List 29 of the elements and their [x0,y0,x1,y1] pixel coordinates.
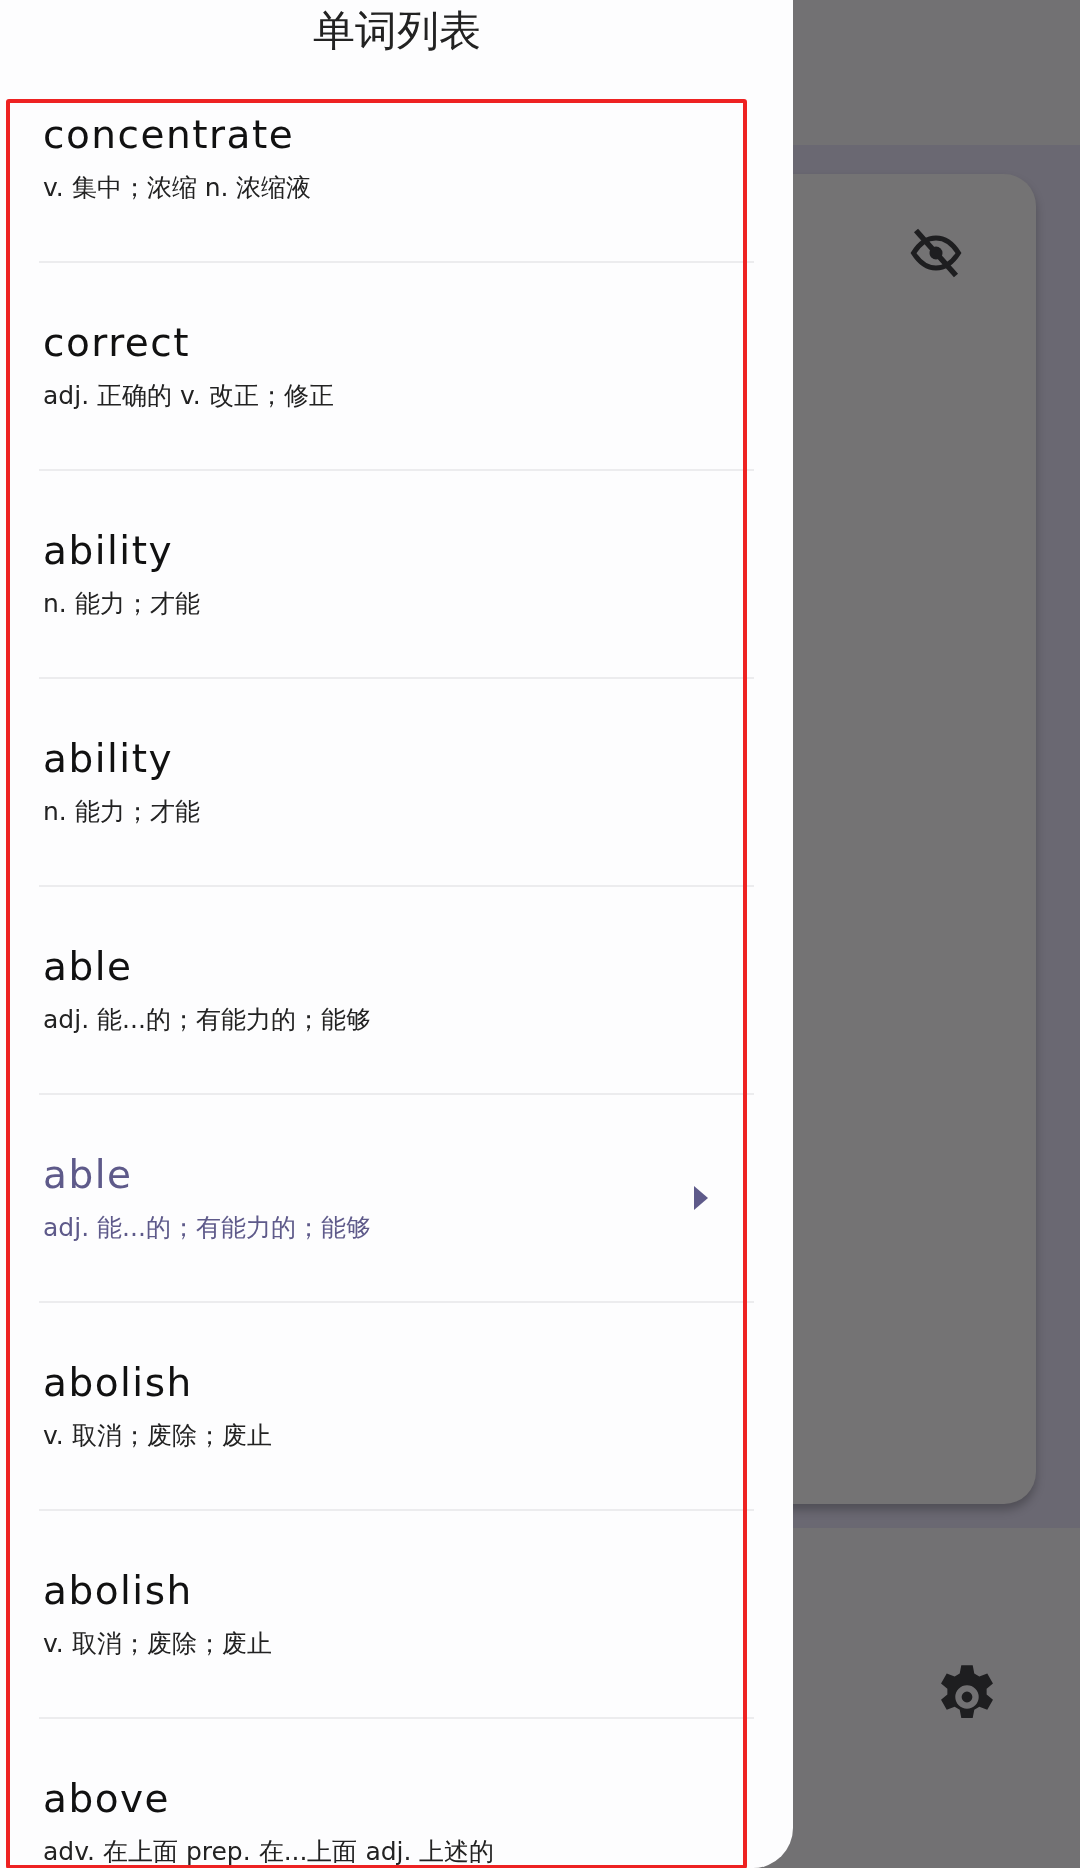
word-text: abolish [43,1359,194,1407]
definition-text: adj. 正确的 v. 改正；修正 [43,380,334,412]
word-text: above [43,1775,172,1823]
definition-text: n. 能力；才能 [43,796,200,828]
word-list-item[interactable]: correct adj. 正确的 v. 改正；修正 [39,263,754,471]
word-list-item[interactable]: able adj. 能...的；有能力的；能够 [39,887,754,1095]
word-text: ability [43,527,175,575]
word-list-item[interactable]: concentrate v. 集中；浓缩 n. 浓缩液 [39,100,754,263]
word-text: able [43,943,134,991]
word-list-item[interactable]: able adj. 能...的；有能力的；能够 [39,1095,754,1303]
definition-text: adv. 在上面 prep. 在...上面 adj. 上述的 [43,1836,495,1868]
definition-text: v. 取消；废除；废止 [43,1628,272,1660]
definition-text: adj. 能...的；有能力的；能够 [43,1004,371,1036]
word-text: able [43,1151,134,1199]
word-text: ability [43,735,175,783]
drawer-title: 单词列表 [311,5,482,57]
word-text: correct [43,319,192,367]
definition-text: v. 取消；废除；废止 [43,1420,272,1452]
word-list-item[interactable]: above adv. 在上面 prep. 在...上面 adj. 上述的 [39,1719,754,1868]
definition-text: adj. 能...的；有能力的；能够 [43,1212,371,1244]
definition-text: v. 集中；浓缩 n. 浓缩液 [43,172,312,204]
word-list-item[interactable]: ability n. 能力；才能 [39,679,754,887]
word-list-item[interactable]: abolish v. 取消；废除；废止 [39,1303,754,1511]
word-text: abolish [43,1567,194,1615]
caret-icon [694,1186,708,1210]
word-text: concentrate [43,111,296,159]
word-list-item[interactable]: ability n. 能力；才能 [39,471,754,679]
word-list-item[interactable]: abolish v. 取消；废除；废止 [39,1511,754,1719]
definition-text: n. 能力；才能 [43,588,200,620]
